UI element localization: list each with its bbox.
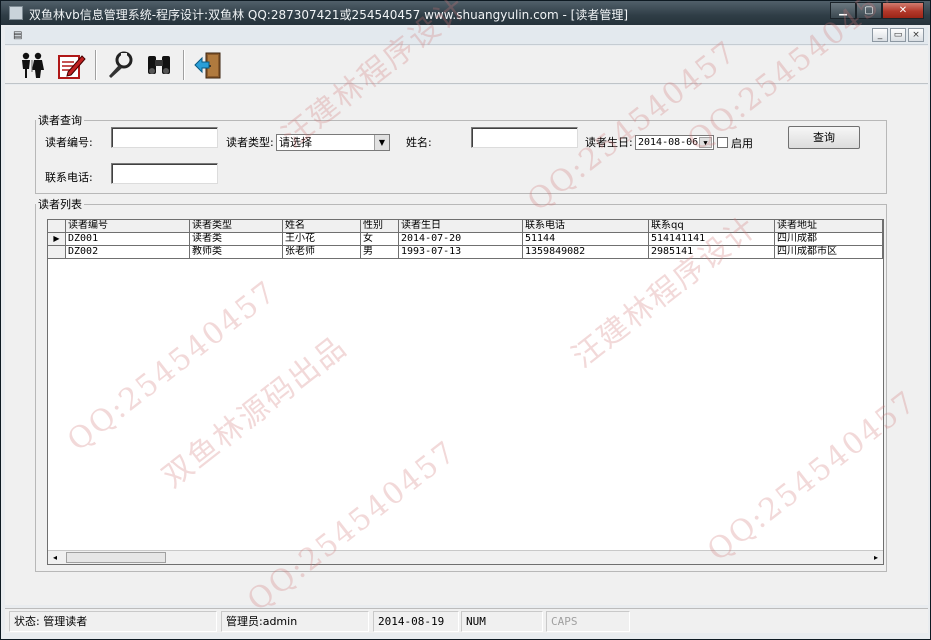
- search-button[interactable]: 查询: [788, 126, 860, 149]
- table-cell[interactable]: DZ002: [66, 246, 190, 259]
- table-cell[interactable]: 2985141: [649, 246, 775, 259]
- mdi-close-button[interactable]: ×: [908, 28, 924, 42]
- status-state: 状态: 管理读者: [9, 611, 217, 632]
- settings-tools-icon: [109, 51, 133, 78]
- table-cell[interactable]: 教师类: [190, 246, 283, 259]
- table-cell[interactable]: 王小花: [283, 233, 361, 246]
- title-bar[interactable]: 双鱼林vb信息管理系统-程序设计:双鱼林 QQ:287307421或254540…: [1, 1, 930, 25]
- table-cell[interactable]: 四川成都: [775, 233, 883, 246]
- mdi-restore-button[interactable]: ▭: [890, 28, 906, 42]
- status-num: NUM: [461, 611, 543, 632]
- horizontal-scrollbar[interactable]: ◂ ▸: [48, 550, 883, 564]
- chevron-down-icon[interactable]: ▼: [699, 137, 712, 148]
- scroll-left-icon[interactable]: ◂: [48, 551, 62, 564]
- enable-checkbox[interactable]: [717, 137, 728, 148]
- table-cell[interactable]: 女: [361, 233, 399, 246]
- enable-label: 启用: [731, 137, 753, 150]
- table-cell[interactable]: 男: [361, 246, 399, 259]
- reader-type-select[interactable]: 请选择 ▼: [276, 134, 390, 151]
- scroll-right-icon[interactable]: ▸: [869, 551, 883, 564]
- column-header[interactable]: 姓名: [283, 220, 361, 233]
- toolbar: [5, 46, 928, 84]
- chevron-down-icon[interactable]: ▼: [374, 135, 389, 150]
- mdi-child-icon[interactable]: ▤: [13, 30, 22, 41]
- column-header[interactable]: 联系电话: [523, 220, 649, 233]
- grid-body: [48, 220, 883, 550]
- column-header[interactable]: 读者类型: [190, 220, 283, 233]
- phone-label: 联系电话:: [45, 171, 93, 184]
- birthday-date-picker[interactable]: 2014-08-06 ▼: [635, 135, 714, 150]
- column-header[interactable]: 联系qq: [649, 220, 775, 233]
- reader-no-input[interactable]: [111, 127, 218, 148]
- app-icon: [9, 6, 23, 20]
- grid-header-row[interactable]: 读者编号 读者类型 姓名 性别 读者生日 联系电话 联系qq 读者地址: [48, 220, 883, 233]
- grid-corner[interactable]: [48, 220, 66, 233]
- settings-tools-button[interactable]: [101, 48, 139, 82]
- birthday-value: 2014-08-06: [638, 137, 699, 148]
- close-button[interactable]: ✕: [882, 2, 924, 19]
- exit-button[interactable]: [189, 48, 227, 82]
- table-row[interactable]: DZ002 教师类 张老师男 1993-07-13 1359849082 2985141 四…: [48, 246, 883, 259]
- table-row[interactable]: ▶ DZ001 读者类 王小花女 2014-07-20 51144 514141141 四川成…: [48, 233, 883, 246]
- mdi-child-controls: _ ▭ ×: [872, 28, 924, 42]
- table-cell[interactable]: 1359849082: [523, 246, 649, 259]
- status-admin: 管理员:admin: [221, 611, 369, 632]
- column-header[interactable]: 读者编号: [66, 220, 190, 233]
- scroll-thumb[interactable]: [66, 552, 166, 563]
- edit-form-button[interactable]: [52, 48, 90, 82]
- table-cell[interactable]: 514141141: [649, 233, 775, 246]
- reader-type-label: 读者类型:: [226, 136, 274, 149]
- status-caps: CAPS: [546, 611, 630, 632]
- search-binoculars-button[interactable]: [140, 48, 178, 82]
- mdi-menu-bar: ▤ _ ▭ ×: [5, 27, 928, 45]
- reader-no-label: 读者编号:: [45, 136, 93, 149]
- exit-door-icon: [194, 52, 221, 78]
- window-controls: ▁ ▢ ✕: [830, 2, 924, 20]
- status-bar: 状态: 管理读者 管理员:admin 2014-08-19 NUM CAPS: [5, 608, 928, 633]
- name-input[interactable]: [471, 127, 578, 148]
- mdi-minimize-button[interactable]: _: [872, 28, 888, 42]
- maximize-button[interactable]: ▢: [856, 2, 882, 19]
- table-cell[interactable]: 2014-07-20: [399, 233, 523, 246]
- name-label: 姓名:: [406, 136, 432, 149]
- current-row-marker-icon[interactable]: ▶: [48, 233, 66, 246]
- toolbar-separator: [95, 49, 97, 80]
- table-cell[interactable]: 读者类: [190, 233, 283, 246]
- table-cell[interactable]: 张老师: [283, 246, 361, 259]
- birthday-label: 读者生日:: [585, 136, 633, 149]
- reader-type-value: 请选择: [279, 136, 312, 149]
- reader-manage-button[interactable]: [13, 48, 51, 82]
- window-title: 双鱼林vb信息管理系统-程序设计:双鱼林 QQ:287307421或254540…: [29, 8, 629, 22]
- phone-input[interactable]: [111, 163, 218, 184]
- toolbar-separator: [183, 49, 185, 80]
- table-cell[interactable]: 51144: [523, 233, 649, 246]
- edit-form-icon: [58, 54, 86, 79]
- binoculars-icon: [148, 55, 170, 74]
- column-header[interactable]: 读者地址: [775, 220, 883, 233]
- table-cell[interactable]: 四川成都市区: [775, 246, 883, 259]
- table-cell[interactable]: DZ001: [66, 233, 190, 246]
- reader-data-grid[interactable]: 读者编号 读者类型 姓名 性别 读者生日 联系电话 联系qq 读者地址 ▶ DZ001 读者类 王小花…: [47, 219, 884, 565]
- reader-list-legend: 读者列表: [38, 198, 82, 211]
- table-cell[interactable]: 1993-07-13: [399, 246, 523, 259]
- column-header[interactable]: 读者生日: [399, 220, 523, 233]
- status-date: 2014-08-19: [373, 611, 459, 632]
- reader-query-legend: 读者查询: [38, 114, 82, 127]
- minimize-button[interactable]: ▁: [830, 2, 856, 19]
- reader-manage-icon: [22, 52, 44, 78]
- reader-management-form: 读者查询 读者编号: 读者类型: 请选择 ▼ 姓名: 读者生日: 2014-08…: [5, 85, 928, 605]
- row-selector[interactable]: [48, 246, 66, 259]
- main-window: 双鱼林vb信息管理系统-程序设计:双鱼林 QQ:287307421或254540…: [0, 0, 931, 640]
- column-header[interactable]: 性别: [361, 220, 399, 233]
